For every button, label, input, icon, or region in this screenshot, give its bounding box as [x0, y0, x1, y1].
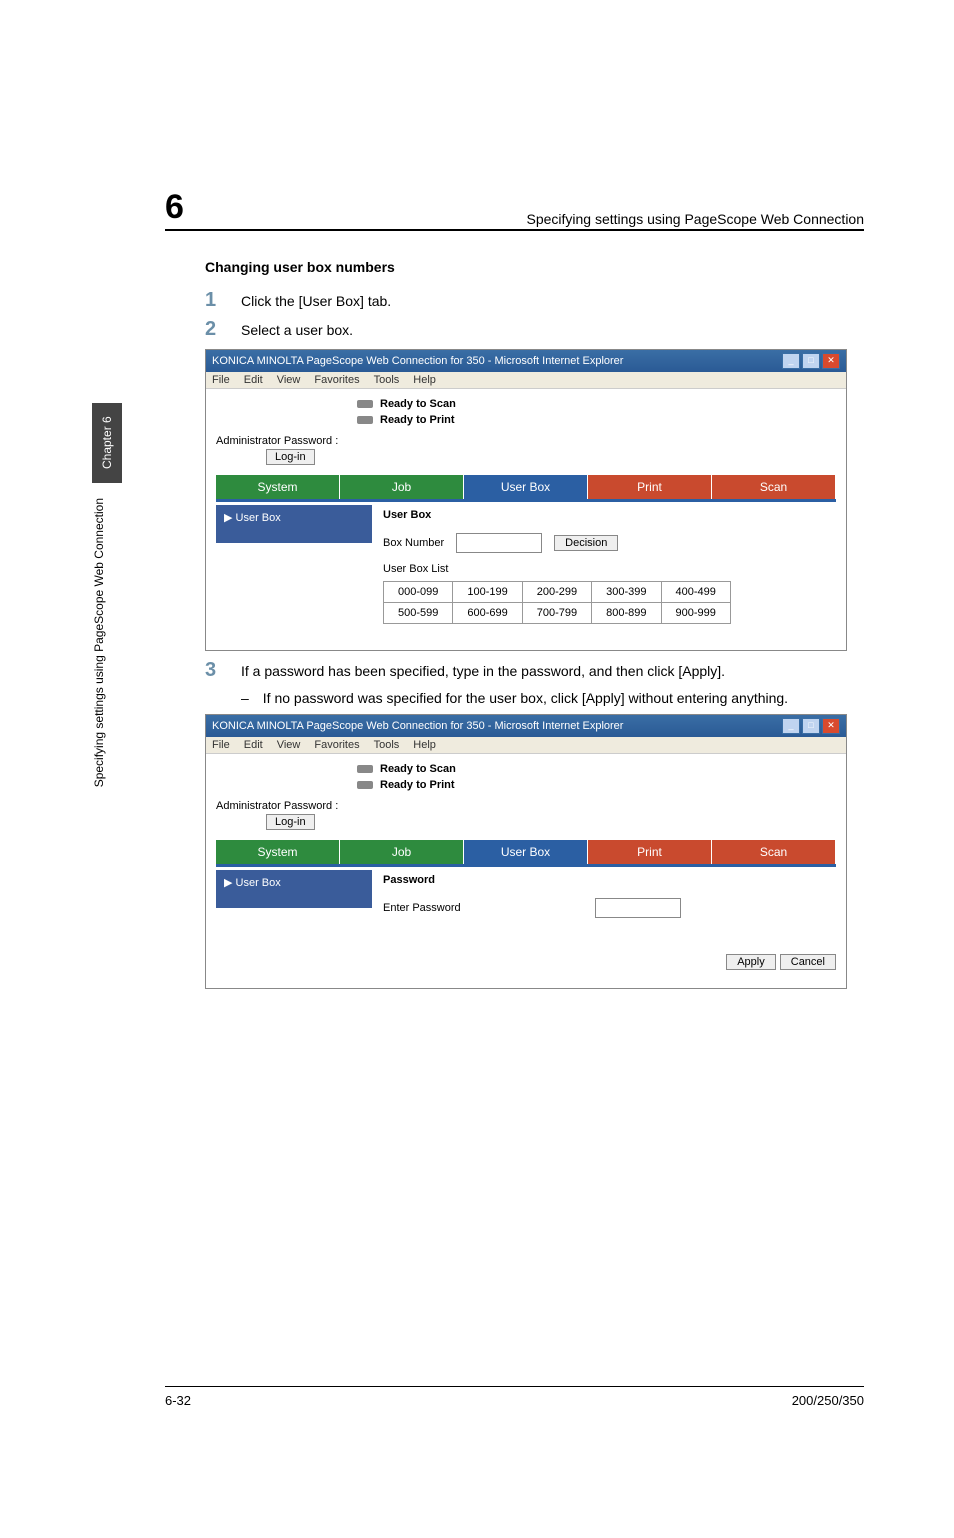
window-title: KONICA MINOLTA PageScope Web Connection … — [212, 720, 623, 732]
minimize-icon[interactable]: _ — [782, 718, 800, 734]
menu-help[interactable]: Help — [413, 374, 436, 386]
status-scan: Ready to Scan — [380, 763, 456, 775]
panel-heading-password: Password — [383, 874, 828, 886]
tab-system[interactable]: System — [216, 475, 340, 499]
sidebar-item-userbox[interactable]: ▶ User Box — [216, 870, 372, 908]
enter-password-label: Enter Password — [383, 902, 503, 914]
step-1-text: Click the [User Box] tab. — [241, 289, 391, 309]
admin-password-label: Administrator Password : — [216, 435, 338, 447]
range-cell[interactable]: 900-999 — [661, 603, 730, 624]
tab-job[interactable]: Job — [340, 840, 464, 864]
ie-menu-bar: File Edit View Favorites Tools Help — [206, 372, 846, 389]
step-1-number: 1 — [205, 289, 241, 312]
menu-file[interactable]: File — [212, 739, 230, 751]
range-cell[interactable]: 600-699 — [453, 603, 522, 624]
printer-icon — [356, 413, 374, 427]
section-heading: Changing user box numbers — [205, 259, 864, 275]
tab-system[interactable]: System — [216, 840, 340, 864]
page-number: 6-32 — [165, 1393, 191, 1408]
status-scan: Ready to Scan — [380, 398, 456, 410]
model-numbers: 200/250/350 — [792, 1393, 864, 1408]
step-3-subtext: If no password was specified for the use… — [263, 690, 788, 706]
range-cell[interactable]: 800-899 — [592, 603, 661, 624]
maximize-icon[interactable]: □ — [802, 353, 820, 369]
menu-tools[interactable]: Tools — [374, 374, 400, 386]
sidebar-item-userbox[interactable]: ▶ User Box — [216, 505, 372, 543]
apply-button[interactable]: Apply — [726, 954, 776, 970]
admin-password-label: Administrator Password : — [216, 800, 338, 812]
user-box-range-table: 000-099 100-199 200-299 300-399 400-499 … — [383, 581, 731, 624]
chapter-tab: Chapter 6 — [92, 403, 122, 483]
screenshot-password: KONICA MINOLTA PageScope Web Connection … — [205, 714, 847, 989]
range-cell[interactable]: 100-199 — [453, 582, 522, 603]
minimize-icon[interactable]: _ — [782, 353, 800, 369]
menu-edit[interactable]: Edit — [244, 374, 263, 386]
close-icon[interactable]: ✕ — [822, 353, 840, 369]
sidebar-vertical-title: Specifying settings using PageScope Web … — [92, 498, 106, 787]
range-cell[interactable]: 300-399 — [592, 582, 661, 603]
range-cell[interactable]: 200-299 — [522, 582, 591, 603]
login-button[interactable]: Log-in — [266, 449, 315, 465]
tab-scan[interactable]: Scan — [712, 840, 836, 864]
menu-favorites[interactable]: Favorites — [314, 739, 359, 751]
menu-tools[interactable]: Tools — [374, 739, 400, 751]
range-cell[interactable]: 000-099 — [384, 582, 453, 603]
step-2-text: Select a user box. — [241, 318, 353, 338]
user-box-list-label: User Box List — [383, 563, 828, 575]
maximize-icon[interactable]: □ — [802, 718, 820, 734]
cancel-button[interactable]: Cancel — [780, 954, 836, 970]
tab-print[interactable]: Print — [588, 475, 712, 499]
screenshot-userbox-list: KONICA MINOLTA PageScope Web Connection … — [205, 349, 847, 651]
tab-job[interactable]: Job — [340, 475, 464, 499]
range-cell[interactable]: 500-599 — [384, 603, 453, 624]
panel-heading-userbox: User Box — [383, 509, 828, 521]
step-2-number: 2 — [205, 318, 241, 341]
status-print: Ready to Print — [380, 414, 455, 426]
menu-view[interactable]: View — [277, 739, 301, 751]
tab-userbox[interactable]: User Box — [464, 475, 588, 499]
range-cell[interactable]: 700-799 — [522, 603, 591, 624]
box-number-input[interactable] — [456, 533, 542, 553]
range-cell[interactable]: 400-499 — [661, 582, 730, 603]
scanner-icon — [356, 397, 374, 411]
scanner-icon — [356, 762, 374, 776]
menu-help[interactable]: Help — [413, 739, 436, 751]
chapter-number: 6 — [165, 188, 184, 227]
step-3-text: If a password has been specified, type i… — [241, 659, 725, 679]
menu-favorites[interactable]: Favorites — [314, 374, 359, 386]
tab-scan[interactable]: Scan — [712, 475, 836, 499]
status-print: Ready to Print — [380, 779, 455, 791]
tab-print[interactable]: Print — [588, 840, 712, 864]
step-3-number: 3 — [205, 659, 241, 682]
decision-button[interactable]: Decision — [554, 535, 618, 551]
tab-userbox[interactable]: User Box — [464, 840, 588, 864]
menu-view[interactable]: View — [277, 374, 301, 386]
close-icon[interactable]: ✕ — [822, 718, 840, 734]
bullet-dash: – — [241, 690, 249, 706]
menu-edit[interactable]: Edit — [244, 739, 263, 751]
ie-menu-bar: File Edit View Favorites Tools Help — [206, 737, 846, 754]
page-title: Specifying settings using PageScope Web … — [526, 211, 864, 227]
window-title: KONICA MINOLTA PageScope Web Connection … — [212, 355, 623, 367]
menu-file[interactable]: File — [212, 374, 230, 386]
login-button[interactable]: Log-in — [266, 814, 315, 830]
box-number-label: Box Number — [383, 537, 444, 549]
printer-icon — [356, 778, 374, 792]
password-input[interactable] — [595, 898, 681, 918]
